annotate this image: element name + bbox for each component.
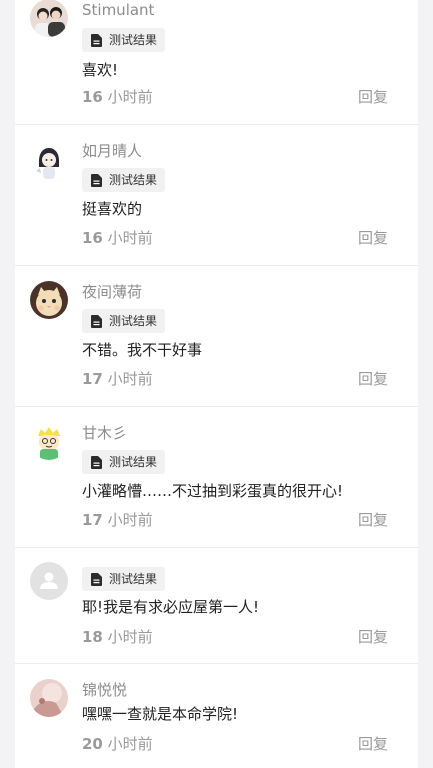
comment-list: Stimulant 测试结果 喜欢! 16 小时前 回复 如月晴人 测试结果 挺… [15,0,418,768]
document-icon [91,572,102,586]
anime-girl-avatar-icon [30,141,68,179]
reply-button[interactable]: 回复 [358,228,388,248]
time-unit: 小时前 [102,735,153,753]
tag-label: 测试结果 [109,314,158,328]
user-avatar[interactable] [30,679,68,717]
time-number: 16 [82,229,103,247]
user-avatar[interactable] [30,422,68,460]
tag-label: 测试结果 [109,572,158,586]
comment-item: 夜间薄荷 测试结果 不错。我不干好事 17 小时前 回复 [15,266,418,407]
user-avatar[interactable] [30,281,68,319]
username[interactable]: 如月晴人 [82,141,142,161]
tag-label: 测试结果 [109,455,158,469]
comment-text: 不错。我不干好事 [82,341,203,359]
comment-text: 挺喜欢的 [82,200,143,218]
comment-time: 18 小时前 [82,627,153,647]
test-result-tag[interactable]: 测试结果 [82,28,166,52]
time-unit: 小时前 [102,511,153,529]
test-result-tag[interactable]: 测试结果 [82,567,166,591]
document-icon [91,314,102,328]
time-number: 17 [82,511,103,529]
photo-avatar-icon [30,679,68,717]
time-number: 20 [82,735,103,753]
comment-item: Stimulant 测试结果 喜欢! 16 小时前 回复 [15,0,418,125]
user-avatar[interactable] [30,562,68,600]
document-icon [91,173,102,187]
comment-text: 耶!我是有求必应屋第一人! [82,598,260,616]
comment-text: 小灌略懵……不过抽到彩蛋真的很开心! [82,482,344,500]
time-number: 17 [82,370,103,388]
time-unit: 小时前 [102,229,153,247]
reply-button[interactable]: 回复 [358,510,388,530]
document-icon [91,33,102,47]
comment-item: 锦悦悦 嘿嘿一查就是本命学院! 20 小时前 回复 [15,664,418,768]
time-unit: 小时前 [102,88,153,106]
reply-button[interactable]: 回复 [358,627,388,647]
photo-couple-avatar-icon [30,0,68,37]
cat-avatar-icon [30,281,68,319]
tag-label: 测试结果 [109,33,158,47]
comment-time: 17 小时前 [82,510,153,530]
comment-time: 16 小时前 [82,228,153,248]
comment-item: 甘木彡 测试结果 小灌略懵……不过抽到彩蛋真的很开心! 17 小时前 回复 [15,407,418,548]
tag-label: 测试结果 [109,173,158,187]
cartoon-character-avatar-icon [30,422,68,460]
comment-text: 喜欢! [82,61,119,79]
time-number: 18 [82,628,103,646]
time-number: 16 [82,88,103,106]
username[interactable]: 锦悦悦 [82,680,127,700]
comment-item: 测试结果 耶!我是有求必应屋第一人! 18 小时前 回复 [15,548,418,664]
comment-time: 16 小时前 [82,87,153,107]
username[interactable]: 甘木彡 [82,423,127,443]
comment-time: 17 小时前 [82,369,153,389]
test-result-tag[interactable]: 测试结果 [82,309,166,333]
time-unit: 小时前 [102,370,153,388]
test-result-tag[interactable]: 测试结果 [82,168,166,192]
username[interactable]: 夜间薄荷 [82,282,142,302]
user-avatar[interactable] [30,141,68,179]
comment-text: 嘿嘿一查就是本命学院! [82,705,239,723]
test-result-tag[interactable]: 测试结果 [82,450,166,474]
document-icon [91,455,102,469]
default-user-avatar-icon [30,562,68,600]
reply-button[interactable]: 回复 [358,87,388,107]
username[interactable]: Stimulant [82,0,154,20]
time-unit: 小时前 [102,628,153,646]
comment-time: 20 小时前 [82,734,153,754]
reply-button[interactable]: 回复 [358,369,388,389]
reply-button[interactable]: 回复 [358,734,388,754]
user-avatar[interactable] [30,0,68,37]
comment-item: 如月晴人 测试结果 挺喜欢的 16 小时前 回复 [15,125,418,266]
